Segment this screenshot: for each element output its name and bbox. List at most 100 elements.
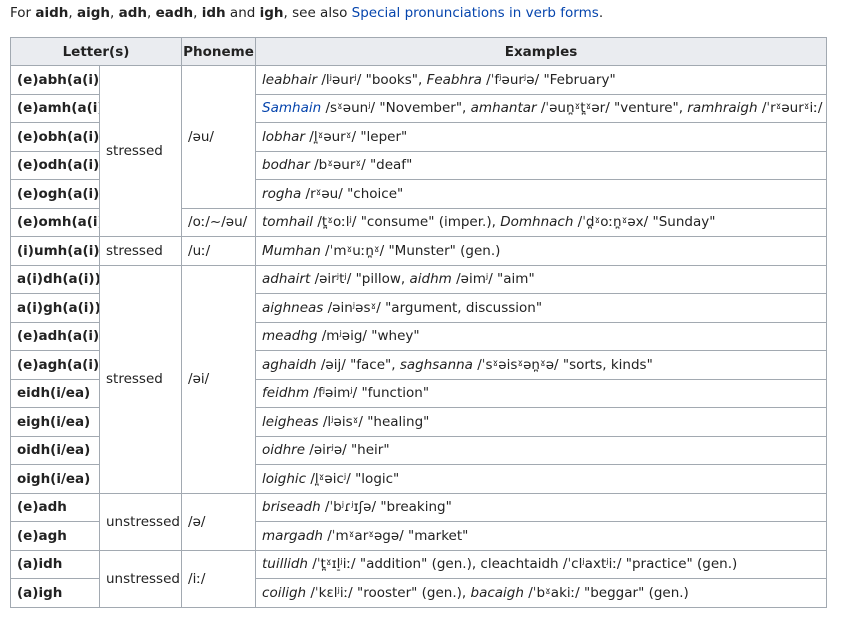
example-word: Mumhan (262, 242, 321, 259)
example-text: /ˈd̪ˠoːn̪ˠəx/ "Sunday" (573, 214, 716, 231)
examples-cell: briseadh /ˈbʲɾʲɪʃə/ "breaking" (255, 492, 828, 522)
letters-cell: (i)umh(a(i)) (10, 236, 100, 266)
letters-cell: eigh(i/ea) (10, 407, 100, 437)
spelling-adh: adh (118, 5, 147, 21)
stress-cell: unstressed (98, 492, 183, 551)
pronunciation-table: Letter(s) Phoneme Examples (e)abh(a(i)) … (9, 37, 828, 608)
spelling-igh: igh (259, 5, 284, 21)
example-word: Feabhra (426, 71, 482, 88)
samhain-link[interactable]: Samhain (262, 100, 321, 116)
example-word: tuillidh (262, 556, 308, 573)
example-text: /əirʲtʲ/ "pillow, (310, 271, 410, 288)
example-text: /ˈbˠakiː/ "beggar" (gen.) (523, 584, 689, 601)
spelling-aidh: aidh (35, 5, 69, 21)
letters-cell: a(i)gh(a(i)) (10, 293, 100, 323)
example-text: /t̪ˠoːlʲ/ "consume" (imper.), (313, 214, 501, 231)
examples-cell: margadh /ˈmˠarˠəgə/ "market" (255, 521, 828, 551)
sep: , (193, 5, 202, 21)
example-word: margadh (262, 527, 323, 544)
header-letters: Letter(s) (9, 37, 183, 66)
example-text: /lʲəisˠ/ "healing" (318, 413, 430, 430)
sep: , (68, 5, 77, 21)
verb-forms-link[interactable]: Special pronunciations in verb forms (352, 5, 599, 21)
sep: and (225, 5, 260, 21)
examples-cell: feidhm /fʲəimʲ/ "function" (255, 378, 828, 408)
intro-prefix: For (10, 5, 36, 21)
table-row: (a)idh unstressed /iː/ tuillidh /ˈt̪ˠɪl̠… (10, 549, 828, 608)
example-word: feidhm (262, 385, 310, 402)
example-word: leigheas (262, 413, 319, 430)
example-text: /ˈmˠuːn̪ˠ/ "Munster" (gen.) (320, 242, 501, 259)
example-text: /ˈbʲɾʲɪʃə/ "breaking" (320, 499, 452, 516)
phoneme-cell: /ə/ (181, 492, 257, 551)
example-word: aghaidh (262, 356, 317, 373)
sep: , (147, 5, 156, 21)
example-word: adhairt (262, 271, 311, 288)
example-text: /ˈsˠəisˠən̪ˠə/ "sorts, kinds" (472, 356, 653, 373)
letters-cell: (e)agh(a(i)) (10, 350, 100, 380)
example-text: /ˈrˠəurˠiː/ "fattened" (761, 100, 826, 117)
example-text: /l̪ˠəurˠ/ "leper" (304, 128, 408, 145)
example-text: /fʲəimʲ/ "function" (309, 385, 430, 402)
example-text: /rˠəu/ "choice" (301, 185, 404, 202)
table-row: a(i)dh(a(i)) stressed /əi/ adhairt /əirʲ… (10, 264, 828, 494)
letters-cell: a(i)dh(a(i)) (10, 264, 100, 294)
examples-cell: aghaidh /əij/ "face", saghsanna /ˈsˠəisˠ… (255, 350, 828, 380)
examples-cell: lobhar /l̪ˠəurˠ/ "leper" (255, 122, 828, 152)
examples-cell: leigheas /lʲəisˠ/ "healing" (255, 407, 828, 437)
example-text: /ˈt̪ˠɪl̠ʲiː/ "addition" (gen.), cleachta… (308, 556, 738, 573)
examples-cell: oidhre /əirʲə/ "heir" (255, 435, 828, 465)
letters-cell: (e)adh(a(i)) (10, 321, 100, 351)
intro-mid: , see also (283, 5, 352, 21)
example-text: /ˈəun̪ˠt̪ˠər/ "venture", (536, 100, 688, 117)
letters-cell: (e)omh(a(i)) (10, 207, 100, 237)
phoneme-cell: /əu/ (181, 65, 257, 209)
example-word: tomhail (262, 214, 314, 231)
example-text: /əij/ "face", (316, 356, 400, 373)
letters-cell: (e)obh(a(i)) (10, 122, 100, 152)
phoneme-cell: /əi/ (181, 264, 257, 494)
example-text: /bˠəurˠ/ "deaf" (309, 157, 413, 174)
example-text: /ˈfʲəurʲə/ "February" (481, 71, 616, 88)
letters-cell: (e)ogh(a(i)) (10, 179, 100, 209)
example-word: amhantar (470, 100, 537, 117)
header-phoneme: Phoneme (181, 37, 257, 66)
example-text: /əirʲə/ "heir" (305, 442, 390, 459)
example-word: saghsanna (399, 356, 473, 373)
letters-cell: oidh(i/ea) (10, 435, 100, 465)
spelling-eadh: eadh (155, 5, 194, 21)
examples-cell: aighneas /əinʲəsˠ/ "argument, discussion… (255, 293, 828, 323)
phoneme-cell: /oː/~/əu/ (181, 207, 257, 237)
example-word: meadhg (262, 328, 318, 345)
example-text: /ˈkɛlʲiː/ "rooster" (gen.), (306, 584, 471, 601)
example-word: lobhar (262, 128, 305, 145)
phoneme-cell: /uː/ (181, 236, 257, 266)
example-text: /mʲəig/ "whey" (317, 328, 420, 345)
spelling-aigh: aigh (77, 5, 111, 21)
example-text: /lʲəurʲ/ "books", (317, 71, 427, 88)
examples-cell: leabhair /lʲəurʲ/ "books", Feabhra /ˈfʲə… (255, 65, 828, 95)
examples-cell: tuillidh /ˈt̪ˠɪl̠ʲiː/ "addition" (gen.),… (255, 549, 828, 579)
example-text: /əimʲ/ "aim" (451, 271, 535, 288)
example-word: rogha (262, 185, 302, 202)
header-row: Letter(s) Phoneme Examples (9, 37, 828, 66)
intro-end: . (598, 5, 604, 21)
examples-cell: Mumhan /ˈmˠuːn̪ˠ/ "Munster" (gen.) (255, 236, 828, 266)
table-row: (e)abh(a(i)) stressed /əu/ leabhair /lʲə… (10, 65, 828, 237)
example-word: ramhraigh (687, 100, 758, 117)
example-word: briseadh (262, 499, 321, 516)
example-word: aidhm (409, 271, 452, 288)
example-word: bacaigh (470, 584, 524, 601)
letters-cell: (e)abh(a(i)) (10, 65, 100, 95)
letters-cell: (e)adh (10, 492, 100, 522)
stress-cell: stressed (98, 264, 183, 494)
examples-cell: tomhail /t̪ˠoːlʲ/ "consume" (imper.), Do… (255, 207, 828, 237)
examples-cell: bodhar /bˠəurˠ/ "deaf" (255, 150, 828, 180)
letters-cell: (e)agh (10, 521, 100, 551)
examples-cell: rogha /rˠəu/ "choice" (255, 179, 828, 209)
examples-cell: adhairt /əirʲtʲ/ "pillow, aidhm /əimʲ/ "… (255, 264, 828, 294)
examples-cell: Samhain /sˠəunʲ/ "November", amhantar /ˈ… (255, 93, 828, 123)
table-row: (e)adh unstressed /ə/ briseadh /ˈbʲɾʲɪʃə… (10, 492, 828, 551)
example-word: aighneas (262, 299, 324, 316)
example-word: leabhair (262, 71, 318, 88)
